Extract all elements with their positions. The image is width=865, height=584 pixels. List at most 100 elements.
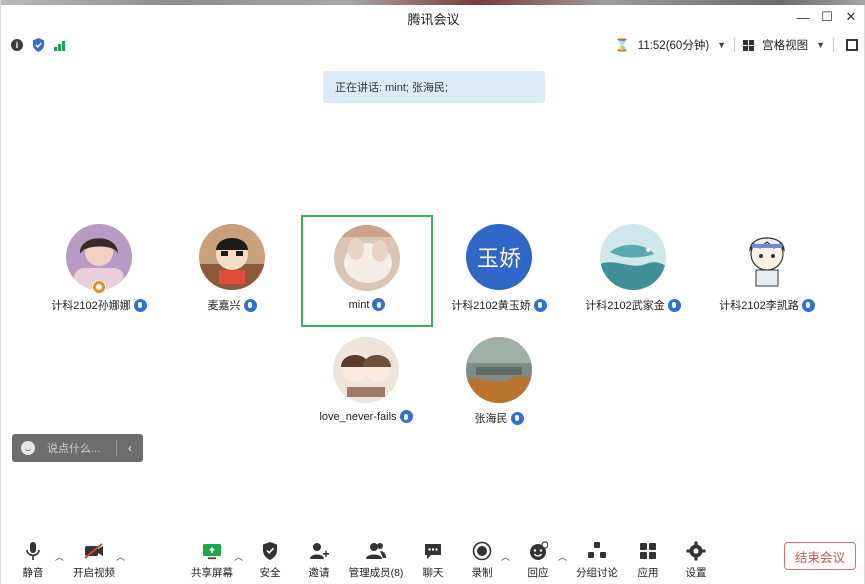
- participant-name-row: 麦嘉兴: [208, 297, 257, 313]
- mute-button[interactable]: 静音: [3, 540, 63, 580]
- collapse-chat-button[interactable]: ‹: [117, 441, 143, 455]
- participant-name-row: 张海民: [475, 410, 524, 426]
- chevron-down-icon[interactable]: ▼: [717, 40, 726, 50]
- participant-name: love_never-fails: [319, 410, 397, 423]
- participant-tile[interactable]: 麦嘉兴: [166, 216, 298, 328]
- window-controls: — ☐ ✕: [794, 8, 860, 26]
- participant-name: mint: [348, 298, 370, 311]
- emoji-icon: [528, 540, 548, 562]
- gear-icon: [686, 540, 706, 562]
- apps-label: 应用: [637, 567, 659, 579]
- record-label: 录制: [471, 567, 493, 579]
- members-label: 管理成员(8): [348, 567, 404, 579]
- invite-label: 邀请: [308, 567, 330, 579]
- participant-tile[interactable]: love_never-fails: [300, 329, 432, 441]
- participant-name: 计科2102孙娜娜: [51, 300, 131, 312]
- share-screen-button[interactable]: 共享屏幕: [182, 540, 242, 580]
- avatar: [333, 337, 399, 403]
- participant-tile[interactable]: 计科2102武家金: [567, 216, 699, 328]
- invite-button[interactable]: 邀请: [289, 540, 349, 580]
- participant-name: 计科2102武家金: [585, 300, 665, 312]
- video-off-icon: [83, 540, 105, 562]
- avatar: [66, 224, 132, 294]
- apps-icon: [639, 540, 657, 562]
- participant-name-row: 计科2102孙娜娜: [51, 297, 147, 313]
- participant-name-row: 计科2102黄玉娇: [451, 297, 547, 313]
- avatar: [199, 224, 265, 290]
- participant-photo: [466, 337, 532, 403]
- participant-photo: [734, 224, 800, 290]
- window-title: 腾讯会议: [407, 12, 460, 27]
- participant-photo: [333, 337, 399, 403]
- title-bar: 腾讯会议 — ☐ ✕: [1, 5, 865, 32]
- divider: [734, 38, 736, 52]
- settings-button[interactable]: 设置: [666, 540, 726, 580]
- bottom-toolbar: 静音 ︿ 开启视频 ︿ 共享屏幕 ︿ 安全 邀请 管理成员(8) 聊天 录制 ︿…: [1, 532, 865, 584]
- video-label: 开启视频: [73, 567, 115, 579]
- participant-tile[interactable]: 玉娇 计科2102黄玉娇: [433, 216, 565, 328]
- shield-icon: [261, 540, 279, 562]
- mic-icon: [667, 298, 681, 312]
- participant-tile[interactable]: 计科2102李凯路: [701, 216, 833, 328]
- security-label: 安全: [259, 567, 281, 579]
- end-meeting-button[interactable]: 结束会议: [784, 542, 856, 570]
- participant-name: 张海民: [474, 413, 508, 425]
- participant-name: 麦嘉兴: [207, 300, 241, 312]
- share-label: 共享屏幕: [191, 567, 233, 579]
- info-icon[interactable]: i: [11, 39, 23, 51]
- mic-icon: [801, 298, 815, 312]
- chevron-up-icon[interactable]: ︿: [116, 550, 125, 563]
- chat-label: 聊天: [422, 567, 444, 579]
- info-bar: i ⌛ 11:52(60分钟) ▼ 宫格视图 ▼: [1, 33, 865, 57]
- chat-placeholder[interactable]: 说点什么...: [47, 440, 116, 456]
- participant-tile[interactable]: 张海民: [433, 329, 565, 441]
- avatar: 玉娇: [466, 224, 532, 290]
- meeting-timer[interactable]: 11:52(60分钟): [638, 37, 709, 53]
- mic-icon: [243, 298, 257, 312]
- mute-label: 静音: [22, 567, 44, 579]
- chevron-up-icon[interactable]: ︿: [55, 550, 64, 563]
- speaking-banner: 正在讲话: mint; 张海民;: [323, 71, 545, 103]
- share-screen-icon: [202, 540, 222, 562]
- participant-name-row: mint: [349, 298, 386, 311]
- grid-view-icon: [743, 39, 755, 51]
- participant-name-row: 计科2102武家金: [585, 297, 681, 313]
- avatar: [600, 224, 666, 290]
- minimize-button[interactable]: —: [794, 8, 812, 26]
- add-user-icon: [309, 540, 329, 562]
- chevron-down-icon[interactable]: ▼: [816, 40, 825, 50]
- chat-icon: [423, 540, 443, 562]
- signal-icon[interactable]: [54, 40, 65, 51]
- manage-members-button[interactable]: 管理成员(8): [346, 540, 406, 580]
- avatar: [734, 224, 800, 290]
- participant-name: 计科2102李凯路: [719, 300, 799, 312]
- divider: [833, 38, 834, 52]
- participant-photo: [600, 224, 666, 290]
- chevron-up-icon[interactable]: ︿: [558, 550, 567, 563]
- mic-icon: [510, 411, 524, 425]
- view-mode-select[interactable]: 宫格视图: [762, 37, 808, 53]
- record-icon: [472, 540, 492, 562]
- participant-name: 计科2102黄玉娇: [451, 300, 531, 312]
- avatar: [334, 225, 400, 291]
- meeting-window: 腾讯会议 — ☐ ✕ i ⌛ 11:52(60分钟) ▼ 宫格视图 ▼ 正在讲话…: [0, 0, 865, 584]
- chat-input-box[interactable]: 说点什么... ‹: [12, 434, 143, 462]
- fullscreen-icon[interactable]: [846, 39, 858, 51]
- participant-tile-active[interactable]: mint: [301, 215, 433, 327]
- close-button[interactable]: ✕: [842, 8, 860, 26]
- reaction-label: 回应: [527, 567, 549, 579]
- host-icon: [92, 280, 106, 294]
- breakout-icon: [587, 540, 607, 562]
- maximize-button[interactable]: ☐: [818, 8, 836, 26]
- microphone-icon: [25, 540, 41, 562]
- participant-tile[interactable]: 计科2102孙娜娜: [33, 216, 165, 328]
- participant-name-row: love_never-fails: [319, 410, 413, 423]
- video-button[interactable]: 开启视频: [64, 540, 124, 580]
- info-right: ⌛ 11:52(60分钟) ▼ 宫格视图 ▼: [615, 33, 858, 57]
- members-icon: [365, 540, 387, 562]
- shield-icon[interactable]: [32, 38, 45, 52]
- hourglass-icon: ⌛: [614, 38, 630, 52]
- text-avatar: 玉娇: [466, 224, 532, 290]
- emoji-icon[interactable]: [21, 441, 35, 455]
- participant-photo: [334, 225, 400, 291]
